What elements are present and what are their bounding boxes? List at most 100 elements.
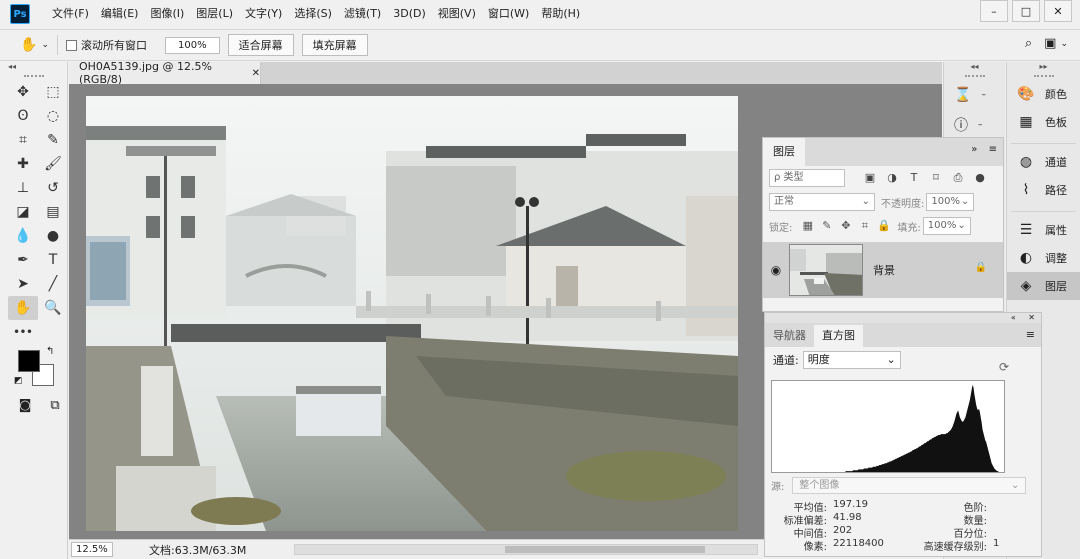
menu-type[interactable]: 文字(Y) (239, 0, 288, 28)
menu-file[interactable]: 文件(F) (46, 0, 95, 28)
filter-toggle-icon[interactable]: ● (969, 171, 991, 185)
paths-panel-button[interactable]: ⌇ 路径 (1007, 176, 1080, 204)
maximize-button[interactable]: □ (1012, 0, 1040, 22)
dock2-collapse-icon[interactable]: ▸▸ (1007, 62, 1080, 72)
channels-panel-button[interactable]: ◍ 通道 (1007, 148, 1080, 176)
tab-histogram[interactable]: 直方图 (814, 325, 863, 347)
zoom-tool-icon[interactable]: 🔍 (38, 296, 68, 320)
document-tab[interactable]: OH0A5139.jpg @ 12.5%(RGB/8) ✕ (69, 60, 261, 86)
foreground-color[interactable] (18, 350, 40, 372)
more-tools-icon[interactable]: ••• (8, 320, 38, 344)
gradient-tool-icon[interactable]: ▤ (38, 200, 68, 224)
panel-menu-icon[interactable]: ≡ (1026, 328, 1035, 341)
crop-tool-icon[interactable]: ⌗ (8, 128, 38, 152)
filter-smart-icon[interactable]: ⎙ (947, 171, 969, 185)
history-brush-tool-icon[interactable]: ↺ (38, 176, 68, 200)
eye-icon[interactable]: ◉ (763, 263, 789, 277)
swatches-panel-button[interactable]: ▦ 色板 (1007, 108, 1080, 136)
hand-tool-preset-icon[interactable]: ✋ (20, 37, 37, 53)
path-select-tool-icon[interactable]: ➤ (8, 272, 38, 296)
eyedropper-tool-icon[interactable]: ✎ (38, 128, 68, 152)
pen-tool-icon[interactable]: ✒ (8, 248, 38, 272)
screen-mode-icon[interactable]: ⧉ (40, 398, 70, 413)
eraser-tool-icon[interactable]: ◪ (8, 200, 38, 224)
filter-pixel-icon[interactable]: ▣ (859, 171, 881, 185)
lasso-tool-icon[interactable]: ʘ (8, 104, 38, 128)
horizontal-scrollbar[interactable] (294, 544, 758, 555)
workspace-icon[interactable]: ▣ (1044, 36, 1056, 51)
search-icon[interactable]: ⌕ (1025, 36, 1032, 51)
menu-window[interactable]: 窗口(W) (482, 0, 535, 28)
lock-artboard-icon[interactable]: ⌗ (855, 219, 874, 233)
color-panel-button[interactable]: 🎨 颜色 (1007, 80, 1080, 108)
healing-tool-icon[interactable]: ✚ (8, 152, 38, 176)
collapse-icon[interactable]: » (971, 144, 977, 155)
tools-grip[interactable] (0, 72, 67, 80)
dock2-grip[interactable] (1007, 72, 1080, 80)
tools-collapse-icon[interactable]: ◂◂ (0, 62, 67, 72)
fill-screen-button[interactable]: 填充屏幕 (301, 34, 368, 56)
dock1-collapse-icon[interactable]: ◂◂ (944, 62, 1005, 72)
layer-row-background[interactable]: ◉ 背景 🔒 (763, 242, 1003, 298)
lock-all-icon[interactable]: 🔒 (874, 219, 893, 233)
menu-3d[interactable]: 3D(D) (387, 0, 432, 28)
panel-menu-icon[interactable]: ≡ (989, 144, 997, 155)
swap-colors-icon[interactable]: ↰ (46, 346, 54, 357)
fit-screen-button[interactable]: 适合屏幕 (227, 34, 294, 56)
preset-caret-icon[interactable]: ⌄ (41, 40, 49, 50)
lock-image-icon[interactable]: ✎ (817, 219, 836, 233)
opacity-field[interactable]: 100% ⌄ (926, 193, 975, 211)
layers-panel-button[interactable]: ◈ 图层 (1007, 272, 1080, 300)
info-panel-button[interactable]: ⓘ – (944, 110, 1005, 140)
scroll-all-checkbox[interactable] (65, 39, 77, 51)
quick-mask-icon[interactable]: ◙ (10, 398, 40, 413)
tab-layers[interactable]: 图层 (763, 138, 805, 166)
brush-tool-icon[interactable]: 🖌 (38, 152, 68, 176)
type-tool-icon[interactable]: T (38, 248, 68, 272)
fill-field[interactable]: 100% ⌄ (922, 217, 971, 235)
lock-transparent-icon[interactable]: ▦ (798, 219, 817, 233)
layer-filter-select[interactable]: ρ 类型 (769, 169, 845, 187)
close-panel-icon[interactable]: ✕ (1028, 313, 1035, 322)
menu-layer[interactable]: 图层(L) (190, 0, 239, 28)
move-tool-icon[interactable]: ✥ (8, 80, 38, 104)
filter-shape-icon[interactable]: ⌑ (925, 171, 947, 185)
adjustments-panel-button[interactable]: ◐ 调整 (1007, 244, 1080, 272)
menu-filter[interactable]: 滤镜(T) (338, 0, 387, 28)
menu-select[interactable]: 选择(S) (288, 0, 338, 28)
status-zoom-field[interactable]: 12.5% (71, 542, 113, 557)
workspace-caret-icon[interactable]: ⌄ (1060, 39, 1068, 49)
hand-tool-icon[interactable]: ✋ (8, 296, 38, 320)
filter-type-icon[interactable]: T (903, 171, 925, 185)
tab-navigator[interactable]: 导航器 (765, 325, 814, 347)
lock-position-icon[interactable]: ✥ (836, 219, 855, 233)
minimize-button[interactable]: – (980, 0, 1008, 22)
close-button[interactable]: ✕ (1044, 0, 1072, 22)
collapse-icon[interactable]: « (1011, 313, 1016, 322)
source-select[interactable]: 整个图像 ⌄ (792, 477, 1027, 494)
menu-edit[interactable]: 编辑(E) (95, 0, 145, 28)
menu-image[interactable]: 图像(I) (144, 0, 190, 28)
history-panel-button[interactable]: ⌛ – (944, 80, 1005, 110)
channel-select[interactable]: 明度 ⌄ (802, 351, 901, 369)
quick-select-tool-icon[interactable]: ◌ (38, 104, 68, 128)
canvas-photo[interactable] (86, 96, 738, 531)
blend-mode-select[interactable]: 正常 ⌄ (769, 193, 875, 211)
filter-adjust-icon[interactable]: ◑ (881, 171, 903, 185)
menu-view[interactable]: 视图(V) (432, 0, 482, 28)
close-tab-icon[interactable]: ✕ (252, 68, 260, 79)
blur-tool-icon[interactable]: 💧 (8, 224, 38, 248)
properties-panel-button[interactable]: ☰ 属性 (1007, 216, 1080, 244)
layer-name[interactable]: 背景 (873, 262, 895, 278)
marquee-tool-icon[interactable]: ⬚ (38, 80, 68, 104)
stamp-tool-icon[interactable]: ⊥ (8, 176, 38, 200)
menu-help[interactable]: 帮助(H) (535, 0, 586, 28)
line-tool-icon[interactable]: ╱ (38, 272, 68, 296)
dock1-grip[interactable] (944, 72, 1005, 80)
zoom-100-button[interactable]: 100% (164, 36, 220, 54)
mode-row: ◙ ⧉ (10, 398, 70, 413)
refresh-icon[interactable]: ⟳ (999, 360, 1009, 374)
scroll-thumb[interactable] (505, 546, 705, 553)
dodge-tool-icon[interactable]: ● (38, 224, 68, 248)
default-colors-icon[interactable]: ◩ (14, 376, 23, 386)
